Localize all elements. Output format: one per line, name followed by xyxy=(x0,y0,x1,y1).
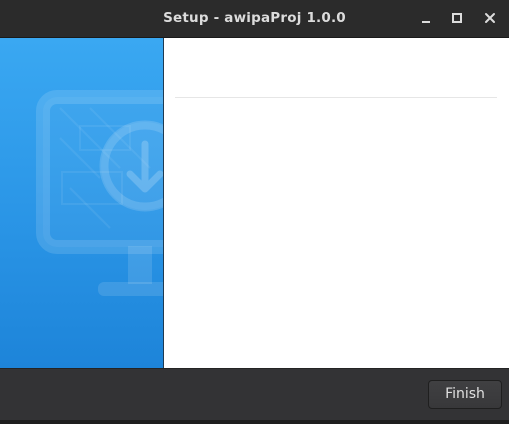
maximize-icon xyxy=(452,13,462,23)
minimize-icon xyxy=(422,21,430,23)
minimize-button[interactable] xyxy=(415,7,437,29)
installer-window: Setup - awipaProj 1.0.0 Finish xyxy=(0,0,509,424)
button-bar: Finish xyxy=(0,368,509,421)
maximize-button[interactable] xyxy=(446,7,468,29)
finish-button[interactable]: Finish xyxy=(428,380,502,409)
header-separator xyxy=(175,97,497,98)
close-icon xyxy=(485,13,495,23)
title-bar[interactable]: Setup - awipaProj 1.0.0 xyxy=(0,0,509,38)
monitor-download-icon xyxy=(36,90,163,296)
wizard-sidebar-image xyxy=(0,38,163,368)
close-button[interactable] xyxy=(479,7,501,29)
wizard-page-content xyxy=(164,38,509,368)
bottom-strip xyxy=(0,420,509,424)
